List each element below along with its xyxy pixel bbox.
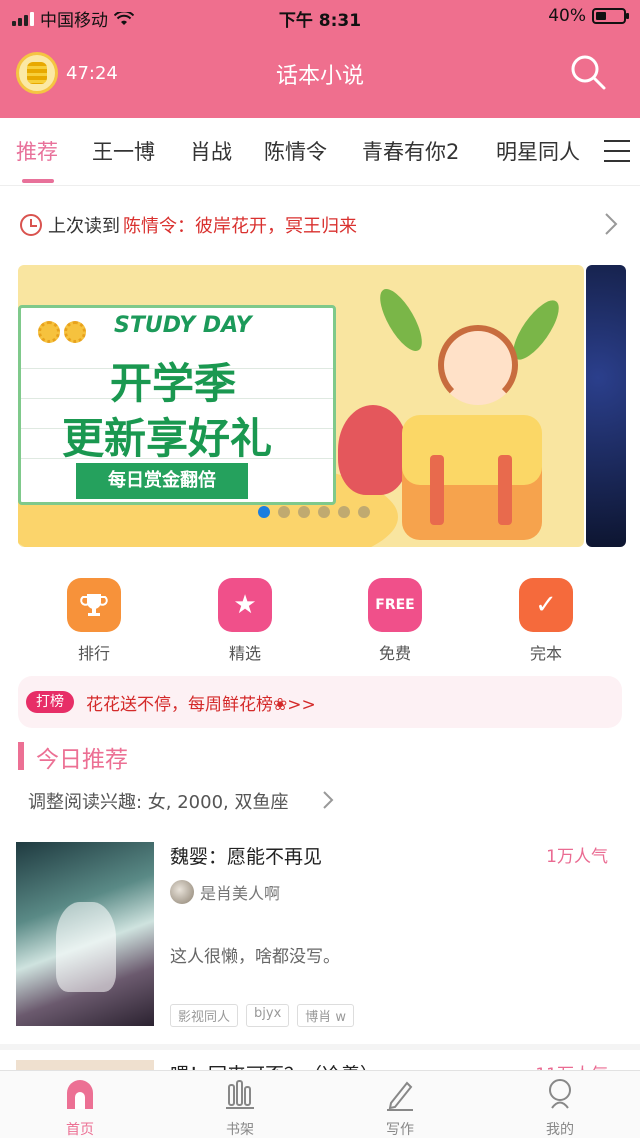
category-tabs: 推荐 王一博 肖战 陈情令 青春有你2 明星同人 (0, 118, 640, 186)
promo-banner[interactable]: STUDY DAY 开学季 更新享好礼 每日赏金翻倍 (18, 265, 584, 547)
promo-text: 花花送不停，每周鲜花榜❀>> (86, 695, 316, 715)
author-avatar[interactable] (170, 880, 194, 904)
backpack-illustration (402, 415, 542, 540)
nav-bookshelf-label: 书架 (226, 1122, 254, 1138)
active-tab-indicator (22, 179, 54, 183)
book-tag[interactable]: 博肖 w (297, 1004, 355, 1027)
profile-icon (549, 1079, 571, 1109)
carousel-dot[interactable] (338, 506, 350, 518)
tab-youth-with-you[interactable]: 青春有你2 (362, 136, 459, 166)
app-header: 47:24 话本小说 (0, 34, 640, 118)
banner-line-2: 更新享好礼 (62, 414, 273, 463)
banner-line-1: 开学季 (110, 359, 237, 408)
free-entry[interactable]: FREE 免费 (355, 578, 435, 664)
top-bar: 中国移动 下午 8:31 40% 47:24 话本小说 (0, 0, 640, 118)
banner-button[interactable]: 每日赏金翻倍 (76, 463, 248, 499)
nav-write-label: 写作 (386, 1122, 414, 1138)
search-icon[interactable] (570, 54, 606, 90)
book-card[interactable]: 魏婴：愿能不再见 1万人气 是肖美人啊 这人很懒，啥都没写。 影视同人 bjyx… (0, 842, 640, 1032)
tab-wang-yibo[interactable]: 王一博 (92, 136, 155, 166)
battery-icon (592, 8, 629, 24)
flower-icon (38, 321, 60, 343)
tab-xiao-zhan[interactable]: 肖战 (190, 136, 232, 166)
last-read-prefix: 上次读到 (48, 216, 120, 237)
status-right: 40% (548, 6, 629, 26)
next-banner-peek[interactable] (586, 265, 626, 547)
book-title[interactable]: 魏婴：愿能不再见 (170, 842, 322, 869)
carousel-dot[interactable] (298, 506, 310, 518)
nav-home-label: 首页 (66, 1122, 94, 1138)
menu-icon[interactable] (604, 140, 630, 162)
carousel-dot[interactable] (278, 506, 290, 518)
rank-entry[interactable]: 排行 (54, 578, 134, 664)
author-name[interactable]: 是肖美人啊 (200, 880, 280, 904)
reading-interest-link[interactable]: 调整阅读兴趣: 女, 2000, 双鱼座 (28, 788, 288, 814)
trophy-icon (67, 578, 121, 632)
battery-percent: 40% (548, 6, 586, 26)
book-popularity: 1万人气 (546, 847, 608, 867)
bottom-nav: 首页 书架 写作 我的 (0, 1070, 640, 1138)
banner-heading: STUDY DAY (114, 313, 252, 338)
tab-star-fanfic[interactable]: 明星同人 (496, 136, 580, 166)
flower-icon (64, 321, 86, 343)
flower-illustration (338, 405, 408, 495)
rank-label: 排行 (77, 644, 110, 663)
section-title: 今日推荐 (36, 747, 128, 773)
promo-tag: 打榜 (26, 691, 74, 713)
status-time: 下午 8:31 (278, 11, 362, 31)
check-book-icon: ✓ (519, 578, 573, 632)
nav-write[interactable]: 写作 (360, 1077, 440, 1138)
free-tag-icon: FREE (368, 578, 422, 632)
free-label: 免费 (378, 644, 411, 663)
nav-bookshelf[interactable]: 书架 (200, 1077, 280, 1138)
tab-recommend[interactable]: 推荐 (16, 136, 58, 166)
completed-label: 完本 (529, 644, 562, 663)
app-title: 话本小说 (275, 64, 364, 89)
nav-home[interactable]: 首页 (40, 1077, 120, 1138)
nav-profile[interactable]: 我的 (520, 1077, 600, 1138)
carousel-dot[interactable] (318, 506, 330, 518)
book-description: 这人很懒，啥都没写。 (170, 947, 340, 967)
section-marker (18, 742, 24, 770)
last-read-row[interactable]: 上次读到 陈情令：彼岸花开，冥王归来 (0, 200, 640, 250)
quick-entries: 排行 ★ 精选 FREE 免费 ✓ 完本 (0, 578, 640, 668)
book-cover[interactable] (16, 842, 154, 1026)
book-tag[interactable]: 影视同人 (170, 1004, 239, 1027)
nav-profile-label: 我的 (546, 1122, 574, 1138)
book-tags: 影视同人 bjyx 博肖 w (170, 1004, 355, 1027)
child-illustration (438, 325, 518, 405)
leaf-illustration (372, 283, 430, 357)
last-read-book[interactable]: 陈情令：彼岸花开，冥王归来 (123, 212, 357, 238)
carousel-dots (258, 506, 370, 518)
star-icon: ★ (218, 578, 272, 632)
bookshelf-icon (226, 1080, 254, 1109)
flower-ranking-promo[interactable]: 打榜 花花送不停，每周鲜花榜❀>> (18, 676, 622, 728)
home-icon (67, 1080, 93, 1109)
featured-entry[interactable]: ★ 精选 (205, 578, 285, 664)
pen-icon (387, 1081, 413, 1111)
book-tag[interactable]: bjyx (246, 1004, 290, 1027)
tab-chen-qing-ling[interactable]: 陈情令 (264, 136, 327, 166)
chevron-right-icon[interactable] (604, 212, 618, 236)
featured-label: 精选 (228, 644, 261, 663)
completed-entry[interactable]: ✓ 完本 (506, 578, 586, 664)
status-bar: 中国移动 下午 8:31 40% (0, 0, 640, 34)
clock-icon (20, 214, 42, 236)
carousel-dot[interactable] (258, 506, 270, 518)
chevron-right-icon[interactable] (322, 790, 334, 810)
carousel-dot[interactable] (358, 506, 370, 518)
